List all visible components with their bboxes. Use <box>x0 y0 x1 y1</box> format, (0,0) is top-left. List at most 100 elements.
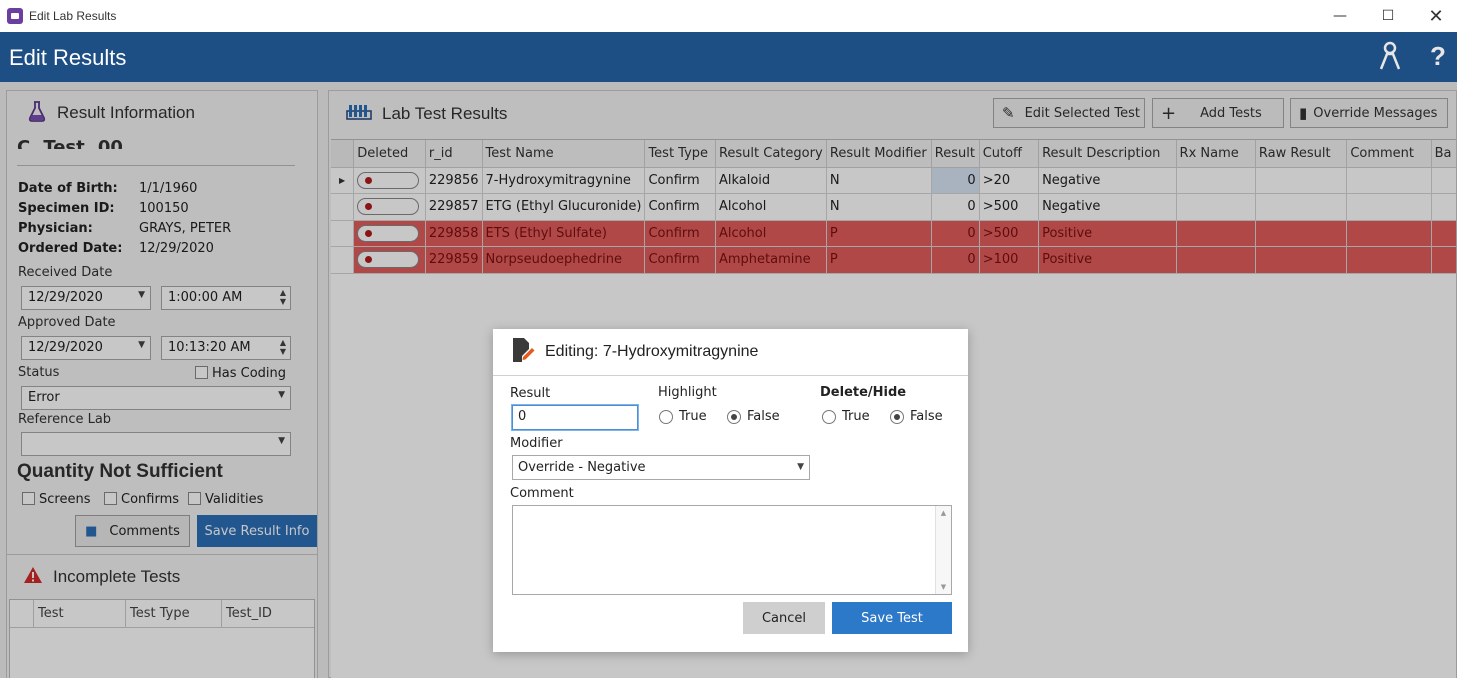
modifier-cell[interactable]: P <box>826 220 932 247</box>
rx-name-cell[interactable] <box>1176 246 1256 274</box>
scroll-up-icon[interactable]: ▲ <box>936 509 951 517</box>
result-input[interactable]: 0 <box>512 405 638 430</box>
deleted-toggle-cell[interactable] <box>353 167 426 194</box>
deleted-toggle-cell[interactable] <box>353 220 426 247</box>
ba-cell[interactable] <box>1431 246 1456 274</box>
row-selector-arrow-icon[interactable]: ▶ <box>331 167 355 194</box>
table-row[interactable]: ▶ 229856 7-Hydroxymitragynine Confirm Al… <box>331 167 1456 194</box>
reference-lab-select[interactable]: ▼ <box>21 432 291 456</box>
maximize-button[interactable]: ☐ <box>1364 0 1412 32</box>
row-selector[interactable] <box>331 193 355 221</box>
table-row[interactable]: 229858 ETS (Ethyl Sulfate) Confirm Alcoh… <box>331 220 1456 247</box>
has-coding-checkbox[interactable]: Has Coding <box>195 366 286 381</box>
col-result-modifier[interactable]: Result Modifier <box>826 140 932 168</box>
col-deleted[interactable]: Deleted <box>353 140 426 168</box>
help-icon[interactable]: ? <box>1430 41 1446 72</box>
status-select[interactable]: Error ▼ <box>21 386 291 410</box>
received-date-picker[interactable]: 12/29/2020 ▼ <box>21 286 151 310</box>
minimize-button[interactable]: — <box>1316 0 1364 32</box>
comment-cell[interactable] <box>1346 246 1432 274</box>
r-id-cell[interactable]: 229856 <box>425 167 483 194</box>
save-result-info-button[interactable]: Save Result Info <box>197 515 317 547</box>
deleted-toggle[interactable] <box>357 251 420 269</box>
description-cell[interactable]: Positive <box>1038 220 1177 247</box>
highlight-true-radio[interactable]: True <box>659 409 707 424</box>
cutoff-cell[interactable]: >500 <box>979 220 1040 247</box>
category-cell[interactable]: Alcohol <box>715 193 827 221</box>
category-cell[interactable]: Amphetamine <box>715 246 827 274</box>
scroll-down-icon[interactable]: ▼ <box>936 583 951 591</box>
col-result[interactable]: Result <box>931 140 980 168</box>
cutoff-cell[interactable]: >500 <box>979 193 1040 221</box>
save-test-button[interactable]: Save Test <box>832 602 952 634</box>
override-messages-button[interactable]: ▮ Override Messages <box>1290 98 1448 128</box>
raw-result-cell[interactable] <box>1255 220 1348 247</box>
deleted-toggle[interactable] <box>357 171 420 189</box>
comments-button[interactable]: ■ Comments <box>75 515 190 547</box>
test-type-cell[interactable]: Confirm <box>644 167 716 194</box>
col-test-id[interactable]: Test_ID <box>222 600 314 627</box>
approved-date-picker[interactable]: 12/29/2020 ▼ <box>21 336 151 360</box>
test-type-cell[interactable]: Confirm <box>644 193 716 221</box>
delete-hide-false-radio[interactable]: False <box>890 409 943 424</box>
edit-selected-test-button[interactable]: ✎ Edit Selected Test <box>993 98 1145 128</box>
col-result-category[interactable]: Result Category <box>715 140 827 168</box>
delete-hide-true-radio[interactable]: True <box>822 409 870 424</box>
approved-time-picker[interactable]: 10:13:20 AM ▲ ▼ <box>161 336 291 360</box>
test-type-cell[interactable]: Confirm <box>644 246 716 274</box>
r-id-cell[interactable]: 229858 <box>425 220 483 247</box>
raw-result-cell[interactable] <box>1255 193 1348 221</box>
raw-result-cell[interactable] <box>1255 167 1348 194</box>
col-ba[interactable]: Ba <box>1431 140 1456 168</box>
test-name-cell[interactable]: ETG (Ethyl Glucuronide) <box>482 193 646 221</box>
table-row[interactable]: 229857 ETG (Ethyl Glucuronide) Confirm A… <box>331 193 1456 221</box>
ba-cell[interactable] <box>1431 193 1456 221</box>
add-tests-button[interactable]: + Add Tests <box>1152 98 1284 128</box>
users-icon[interactable] <box>1378 41 1402 78</box>
modifier-cell[interactable]: N <box>826 167 932 194</box>
deleted-toggle-cell[interactable] <box>353 193 426 221</box>
description-cell[interactable]: Negative <box>1038 167 1177 194</box>
ba-cell[interactable] <box>1431 220 1456 247</box>
screens-checkbox[interactable]: Screens <box>22 492 90 507</box>
rx-name-cell[interactable] <box>1176 193 1256 221</box>
row-selector[interactable] <box>331 220 355 247</box>
validities-checkbox[interactable]: Validities <box>188 492 263 507</box>
comment-textarea[interactable]: ▲ ▼ <box>512 505 952 595</box>
deleted-toggle[interactable] <box>357 198 420 216</box>
rx-name-cell[interactable] <box>1176 220 1256 247</box>
rx-name-cell[interactable] <box>1176 167 1256 194</box>
received-time-picker[interactable]: 1:00:00 AM ▲ ▼ <box>161 286 291 310</box>
comment-cell[interactable] <box>1346 193 1432 221</box>
col-test-type[interactable]: Test Type <box>126 600 222 627</box>
r-id-cell[interactable]: 229857 <box>425 193 483 221</box>
cancel-button[interactable]: Cancel <box>743 602 825 634</box>
modifier-cell[interactable]: N <box>826 193 932 221</box>
col-comment[interactable]: Comment <box>1346 140 1432 168</box>
modifier-cell[interactable]: P <box>826 246 932 274</box>
col-result-description[interactable]: Result Description <box>1038 140 1177 168</box>
result-cell[interactable]: 0 <box>931 220 980 247</box>
cutoff-cell[interactable]: >100 <box>979 246 1040 274</box>
col-test[interactable]: Test <box>34 600 126 627</box>
r-id-cell[interactable]: 229859 <box>425 246 483 274</box>
col-cutoff[interactable]: Cutoff <box>979 140 1040 168</box>
description-cell[interactable]: Positive <box>1038 246 1177 274</box>
highlight-false-radio[interactable]: False <box>727 409 780 424</box>
row-selector[interactable] <box>331 246 355 274</box>
category-cell[interactable]: Alkaloid <box>715 167 827 194</box>
test-type-cell[interactable]: Confirm <box>644 220 716 247</box>
raw-result-cell[interactable] <box>1255 246 1348 274</box>
cutoff-cell[interactable]: >20 <box>979 167 1040 194</box>
comment-scrollbar[interactable]: ▲ ▼ <box>935 506 951 594</box>
col-raw-result[interactable]: Raw Result <box>1255 140 1348 168</box>
test-name-cell[interactable]: ETS (Ethyl Sulfate) <box>482 220 646 247</box>
result-cell[interactable]: 0 <box>931 193 980 221</box>
confirms-checkbox[interactable]: Confirms <box>104 492 179 507</box>
deleted-toggle-cell[interactable] <box>353 246 426 274</box>
col-test-name[interactable]: Test Name <box>482 140 646 168</box>
result-cell[interactable]: 0 <box>931 246 980 274</box>
test-name-cell[interactable]: Norpseudoephedrine <box>482 246 646 274</box>
col-r-id[interactable]: r_id <box>425 140 483 168</box>
comment-cell[interactable] <box>1346 167 1432 194</box>
